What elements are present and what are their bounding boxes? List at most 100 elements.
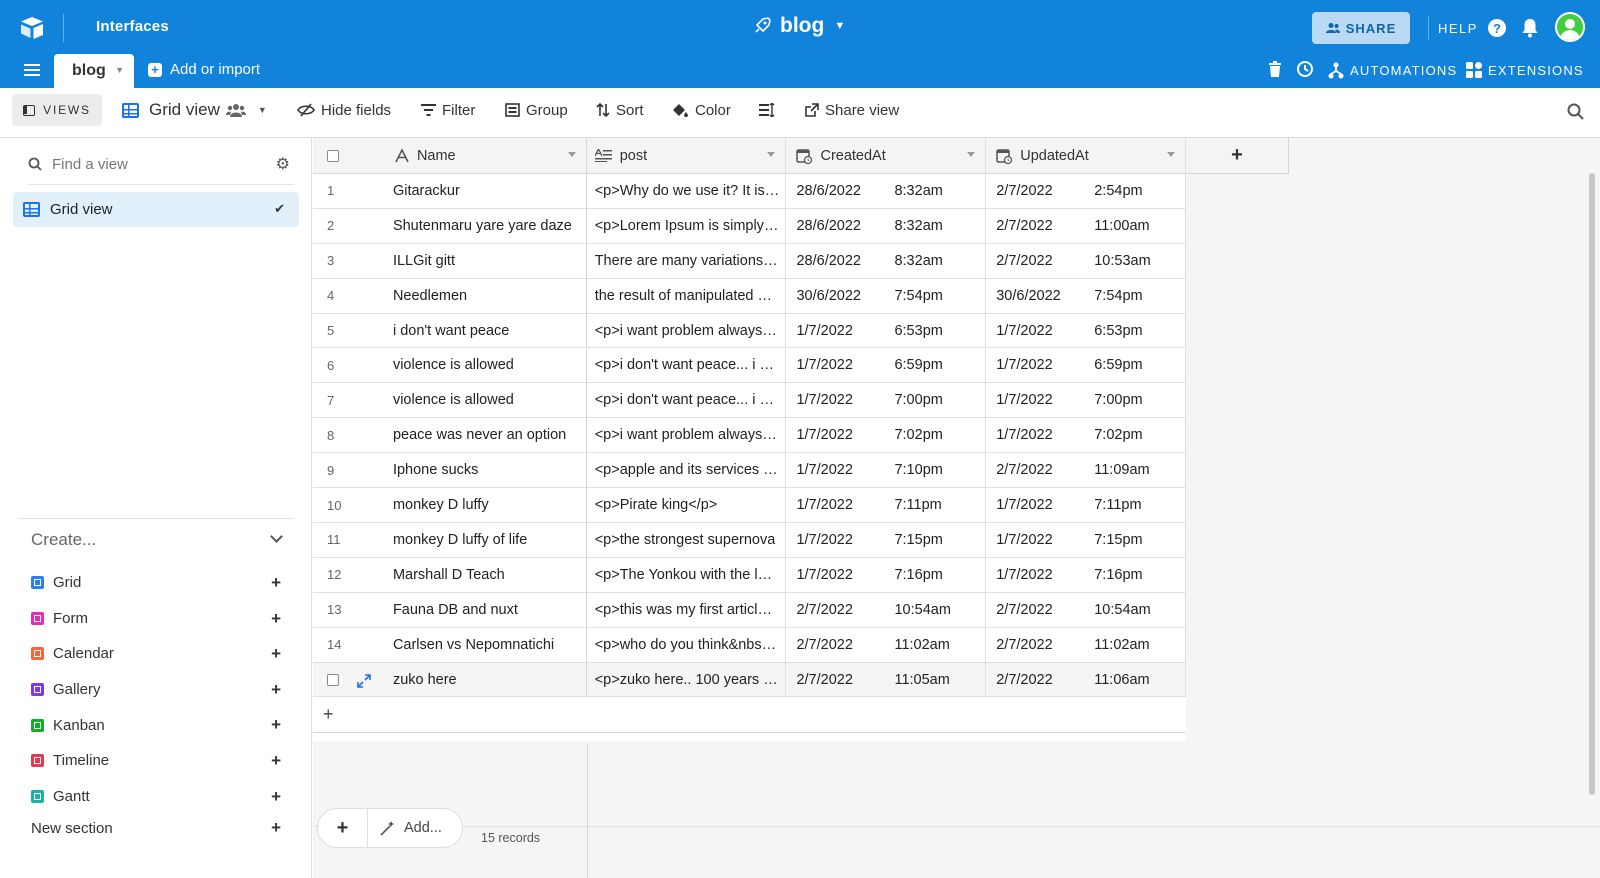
add-record-button[interactable]: +: [318, 809, 368, 847]
cell-updatedat[interactable]: 2/7/2022 11:02am: [986, 627, 1186, 662]
cell-post[interactable]: <p>Pirate king</p>: [587, 488, 787, 522]
cell-name[interactable]: peace was never an option: [383, 418, 587, 453]
cell-post[interactable]: <p>i don't want peace... i want problem: [587, 348, 787, 383]
table-row[interactable]: 2 Shutenmaru yare yare daze <p>Lorem Ipsum…: [313, 208, 1186, 244]
column-header-updatedat[interactable]: UpdatedAt: [986, 138, 1186, 173]
interfaces-link[interactable]: Interfaces: [96, 18, 169, 35]
cell-updatedat[interactable]: 1/7/2022 7:15pm: [986, 523, 1186, 557]
search-icon[interactable]: [1567, 103, 1584, 120]
cell-createdat[interactable]: 2/7/2022 10:54am: [786, 592, 987, 627]
cell-post[interactable]: <p>the strongest supernova: [587, 523, 787, 557]
cell-name[interactable]: ILLGit gitt: [383, 243, 587, 278]
gear-icon[interactable]: ⚙: [276, 154, 290, 174]
cell-createdat[interactable]: 1/7/2022 7:10pm: [786, 453, 987, 488]
group-button[interactable]: Group: [505, 98, 568, 122]
cell-createdat[interactable]: 1/7/2022 6:53pm: [786, 313, 987, 348]
cell-name[interactable]: Fauna DB and nuxt: [383, 592, 587, 627]
table-row[interactable]: 5 i don't want peace <p>i want problem alw…: [313, 313, 1186, 349]
cell-post[interactable]: <p>Lorem Ipsum is simply dummy text: [587, 208, 787, 243]
cell-name[interactable]: Carlsen vs Nepomnatichi: [383, 627, 587, 662]
help-button[interactable]: HELP ?: [1438, 19, 1506, 37]
table-row[interactable]: 10 monkey D luffy <p>Pirate king</p> 1/7/20…: [313, 488, 1186, 523]
cell-updatedat[interactable]: 2/7/2022 11:09am: [986, 453, 1186, 488]
table-row[interactable]: 12 Marshall D Teach <p>The Yonkou with the…: [313, 557, 1186, 593]
bell-icon[interactable]: [1520, 17, 1540, 39]
cell-createdat[interactable]: 1/7/2022 7:02pm: [786, 418, 987, 453]
cell-post[interactable]: <p>zuko here.. 100 years ago: [587, 662, 787, 697]
column-header-createdat[interactable]: CreatedAt: [786, 138, 987, 173]
cell-createdat[interactable]: 2/7/2022 11:02am: [786, 627, 987, 662]
select-all-checkbox[interactable]: [327, 149, 339, 162]
table-row[interactable]: 1 Gitarackur <p>Why do we use it? It is a …: [313, 174, 1186, 209]
tab-blog[interactable]: blog ▼: [54, 54, 134, 88]
table-row[interactable]: 13 Fauna DB and nuxt <p>this was my first …: [313, 592, 1186, 628]
cell-createdat[interactable]: 1/7/2022 7:15pm: [786, 523, 987, 557]
views-toggle-button[interactable]: VIEWS: [12, 94, 102, 126]
cell-createdat[interactable]: 1/7/2022 7:00pm: [786, 383, 987, 418]
add-field-button[interactable]: +: [1186, 138, 1289, 174]
sort-button[interactable]: Sort: [596, 98, 644, 122]
table-row[interactable]: 14 Carlsen vs Nepomnatichi <p>who do you t…: [313, 627, 1186, 663]
create-view-item[interactable]: Grid +: [31, 565, 281, 601]
trash-icon[interactable]: [1268, 61, 1282, 78]
cell-post[interactable]: There are many variations of passages: [587, 243, 787, 278]
create-view-item[interactable]: Calendar +: [31, 636, 281, 672]
share-view-button[interactable]: Share view: [805, 98, 899, 122]
find-view-search[interactable]: Find a view ⚙: [28, 152, 290, 176]
cell-post[interactable]: <p>i don't want peace... i want problem: [587, 383, 787, 418]
cell-createdat[interactable]: 28/6/2022 8:32am: [786, 174, 987, 208]
color-button[interactable]: Color: [672, 98, 731, 122]
vertical-scrollbar[interactable]: [1589, 173, 1595, 795]
cell-post[interactable]: <p>this was my first article on: [587, 592, 787, 627]
chevron-down-icon[interactable]: [1167, 152, 1175, 157]
chevron-down-icon[interactable]: [767, 152, 776, 157]
table-row[interactable]: 7 violence is allowed <p>i don't want peac…: [313, 383, 1186, 419]
create-section-toggle[interactable]: Create...: [31, 528, 283, 552]
cell-post[interactable]: <p>Why do we use it? It is a long establ…: [587, 174, 787, 208]
cell-name[interactable]: i don't want peace: [383, 313, 587, 348]
create-view-item[interactable]: Timeline +: [31, 743, 281, 779]
table-row[interactable]: 8 peace was never an option <p>i want prob…: [313, 418, 1186, 454]
cell-updatedat[interactable]: 1/7/2022 7:16pm: [986, 557, 1186, 592]
cell-updatedat[interactable]: 1/7/2022 7:02pm: [986, 418, 1186, 453]
cell-post[interactable]: <p>apple and its services are: [587, 453, 787, 488]
create-view-item[interactable]: Form +: [31, 601, 281, 637]
cell-name[interactable]: monkey D luffy: [383, 488, 587, 522]
hamburger-menu-icon[interactable]: [24, 64, 40, 76]
cell-name[interactable]: Needlemen: [383, 278, 587, 313]
filter-button[interactable]: Filter: [421, 98, 475, 122]
table-row[interactable]: 3 ILLGit gitt There are many variations of…: [313, 243, 1186, 279]
chevron-down-icon[interactable]: [567, 152, 576, 157]
cell-updatedat[interactable]: 1/7/2022 6:59pm: [986, 348, 1186, 383]
row-checkbox[interactable]: [327, 673, 339, 686]
sidebar-item-grid-view[interactable]: Grid view ✔: [13, 192, 299, 227]
table-row[interactable]: 11 monkey D luffy of life <p>the strongest…: [313, 523, 1186, 558]
row-number-cell[interactable]: [313, 663, 383, 697]
add-or-import-button[interactable]: + Add or import: [148, 61, 260, 78]
new-section-button[interactable]: New section +: [31, 816, 281, 840]
cell-updatedat[interactable]: 1/7/2022 6:53pm: [986, 313, 1186, 348]
cell-post[interactable]: <p>i want problem always</p>: [587, 313, 787, 348]
column-header-name[interactable]: Name: [383, 138, 587, 173]
cell-createdat[interactable]: 1/7/2022 7:11pm: [786, 488, 987, 522]
cell-updatedat[interactable]: 1/7/2022 7:11pm: [986, 488, 1186, 522]
cell-createdat[interactable]: 30/6/2022 7:54pm: [786, 278, 987, 313]
view-switcher[interactable]: Grid view ▼: [122, 98, 267, 122]
column-header-post[interactable]: post: [587, 138, 787, 173]
cell-name[interactable]: Iphone sucks: [383, 453, 587, 488]
create-view-item[interactable]: Gantt +: [31, 779, 281, 815]
add-options-button[interactable]: Add...: [368, 820, 442, 836]
cell-updatedat[interactable]: 2/7/2022 10:53am: [986, 243, 1186, 278]
cell-name[interactable]: violence is allowed: [383, 348, 587, 383]
cell-name[interactable]: zuko here: [383, 662, 587, 697]
cell-createdat[interactable]: 28/6/2022 8:32am: [786, 243, 987, 278]
cell-updatedat[interactable]: 2/7/2022 10:54am: [986, 592, 1186, 627]
table-row[interactable]: zuko here <p>zuko here.. 100 years ago 2/7…: [313, 662, 1186, 698]
create-view-item[interactable]: Gallery +: [31, 672, 281, 708]
cell-updatedat[interactable]: 2/7/2022 11:06am: [986, 662, 1186, 697]
cell-createdat[interactable]: 28/6/2022 8:32am: [786, 208, 987, 243]
history-icon[interactable]: [1296, 60, 1314, 78]
cell-updatedat[interactable]: 2/7/2022 2:54pm: [986, 174, 1186, 208]
base-name-menu[interactable]: blog ▼: [752, 14, 845, 38]
chevron-down-icon[interactable]: [967, 152, 976, 157]
